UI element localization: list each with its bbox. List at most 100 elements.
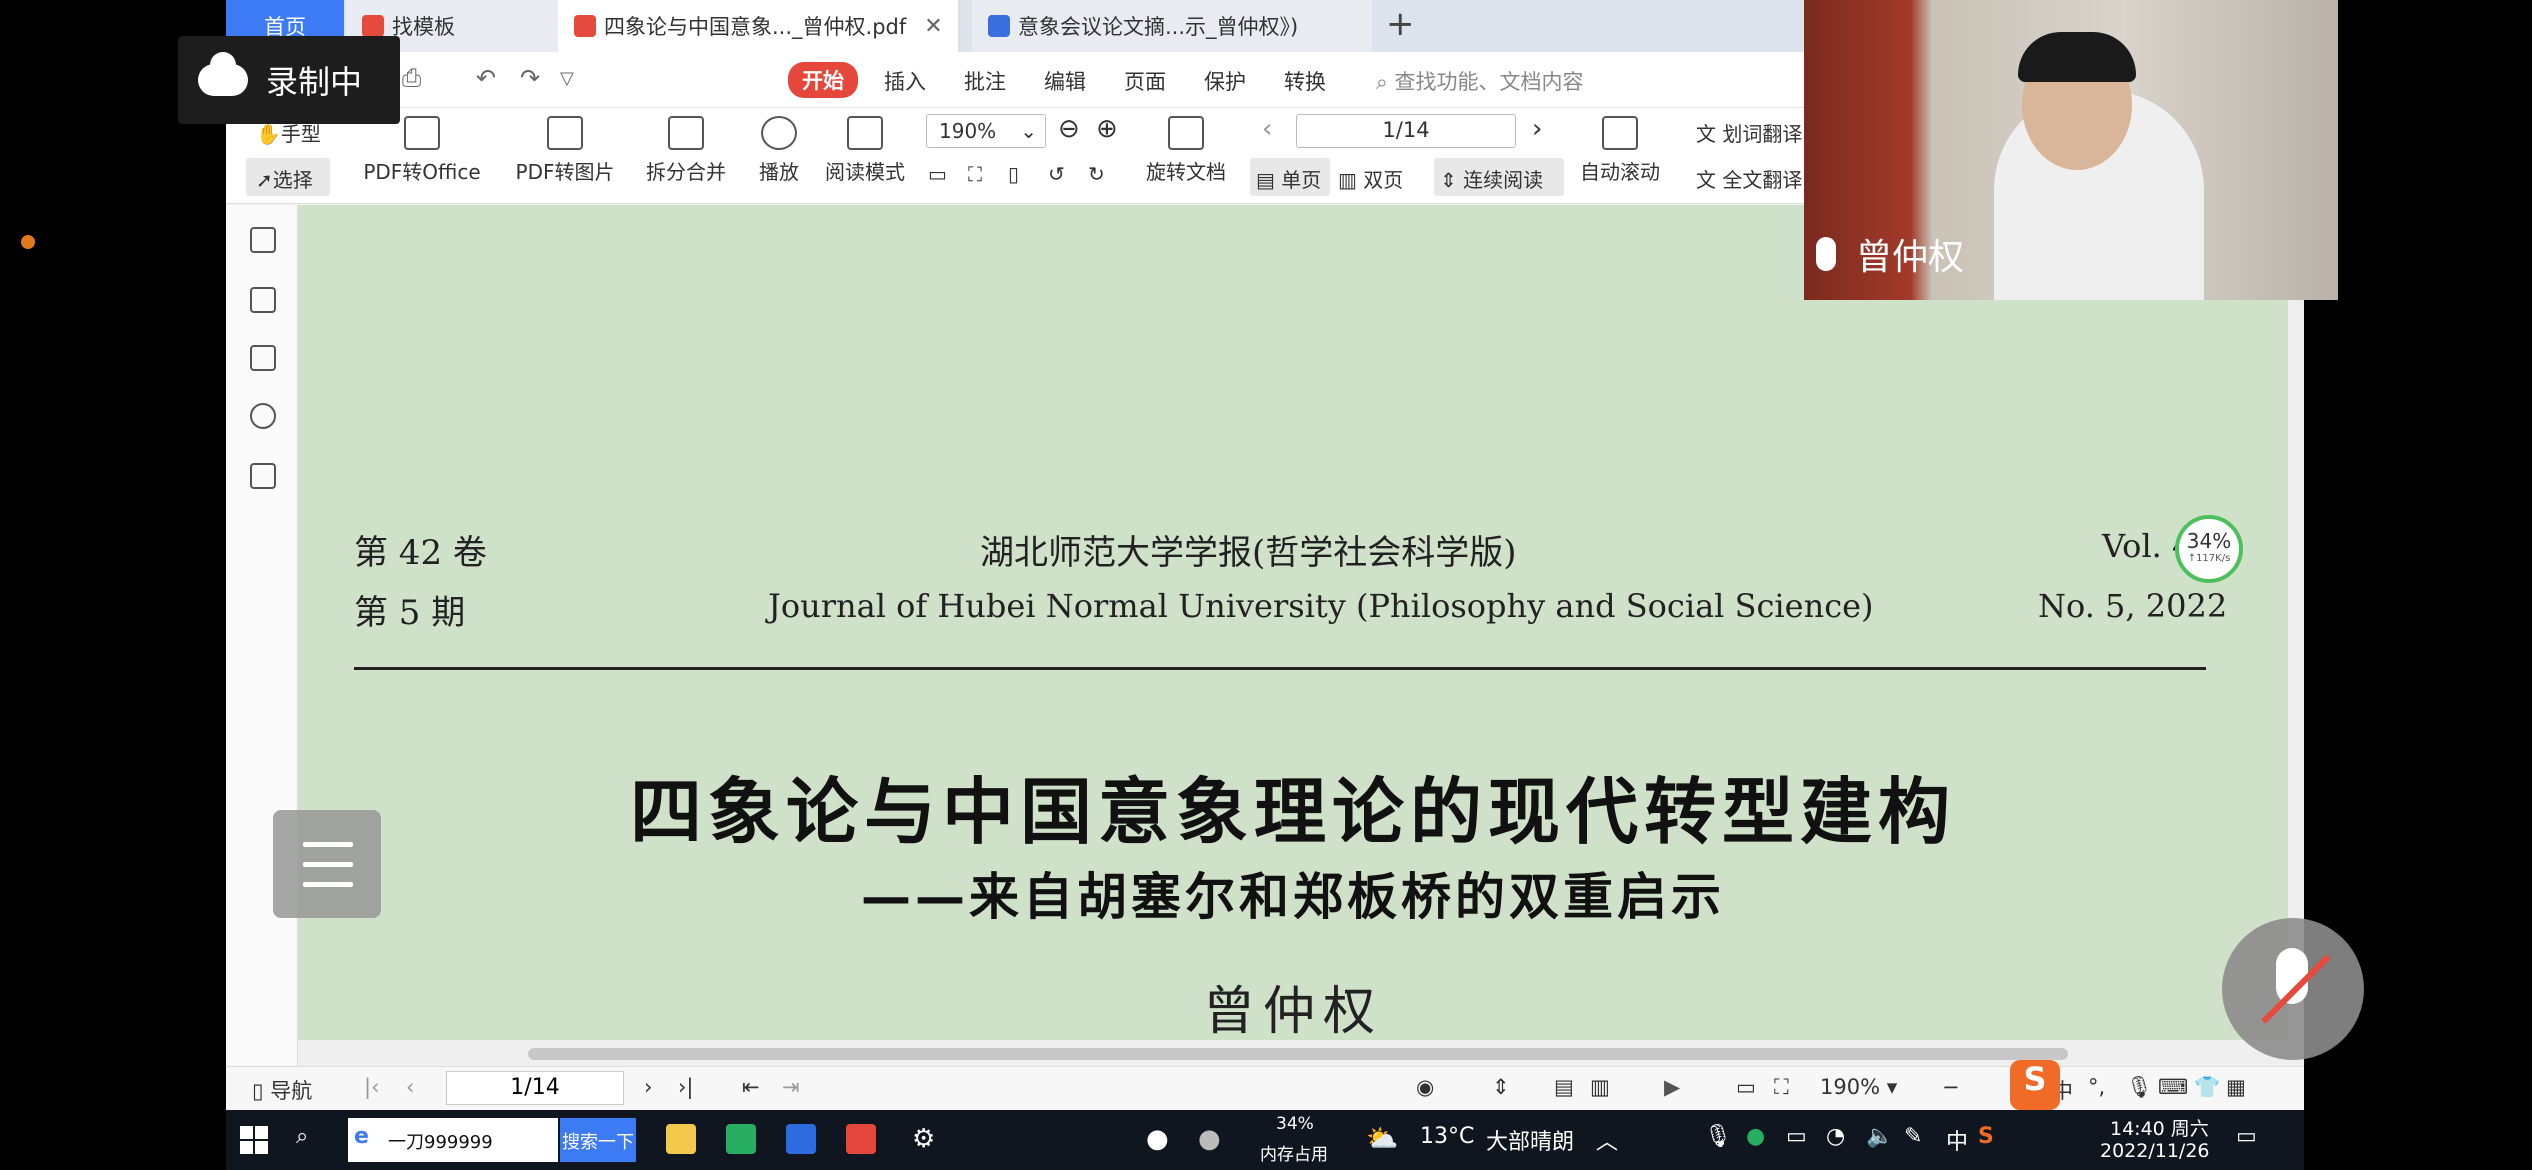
status-page-input[interactable]: 1/14 (446, 1071, 624, 1105)
photos-icon[interactable] (786, 1124, 816, 1154)
double-page-button[interactable]: ▥ 双页 (1338, 164, 1403, 193)
notification-icon[interactable]: ▭ (2236, 1124, 2257, 1149)
rotate-left-icon[interactable]: ↺ (1048, 162, 1065, 186)
continuous-read-button[interactable]: ⇕ 连续阅读 (1440, 164, 1543, 193)
tray-expand-icon[interactable]: ︿ (1596, 1124, 1618, 1156)
single-page-button[interactable]: ▤ 单页 (1256, 164, 1321, 193)
actual-size-status-icon[interactable]: ▭ (1736, 1075, 1756, 1099)
taskbar-ime[interactable]: 中 (1946, 1124, 1968, 1156)
prev-page-icon[interactable]: ‹ (1262, 114, 1272, 144)
double-page-mode-icon[interactable]: ▥ (1590, 1075, 1610, 1099)
eye-protection-icon[interactable]: ◉ (1416, 1075, 1434, 1099)
redo-icon[interactable]: ↷ (520, 64, 540, 92)
read-mode-button[interactable]: 阅读模式 (820, 116, 910, 185)
next-page-status-icon[interactable]: › (644, 1075, 652, 1099)
vertical-scrollbar[interactable] (2288, 205, 2304, 1040)
zoom-out-status-icon[interactable]: − (1942, 1075, 1960, 1099)
keyboard-icon[interactable]: ⌨ (2158, 1075, 2188, 1099)
menu-page[interactable]: 页面 (1124, 66, 1166, 96)
forward-view-icon[interactable]: ⇥ (782, 1075, 800, 1099)
continuous-mode-icon[interactable]: ⇕ (1492, 1075, 1510, 1099)
close-tab-icon[interactable]: ✕ (924, 14, 942, 39)
pdf-to-image-button[interactable]: PDF转图片 (510, 116, 620, 185)
single-page-mode-icon[interactable]: ▤ (1554, 1075, 1574, 1099)
voice-input-icon[interactable]: 🎙 (2126, 1075, 2153, 1100)
temperature[interactable]: 13°C (1420, 1124, 1474, 1149)
browser-search-button[interactable]: 搜索一下 (560, 1118, 636, 1162)
fit-width-icon[interactable]: ▯ (1008, 162, 1019, 186)
split-merge-button[interactable]: 拆分合并 (636, 116, 736, 185)
clock-date[interactable]: 2022/11/26 (2100, 1140, 2210, 1162)
page-number-input[interactable]: 1/14 (1296, 114, 1516, 148)
navigation-toggle[interactable]: ▯ 导航 (252, 1075, 312, 1105)
zoom-out-icon[interactable]: ⊖ (1058, 114, 1080, 144)
sogou-tray-icon[interactable]: S (1978, 1124, 1994, 1149)
windows-start-icon[interactable] (240, 1126, 268, 1154)
webcam-video-tile[interactable]: 曾仲权 (1804, 0, 2338, 300)
menu-start[interactable]: 开始 (788, 62, 858, 98)
horizontal-scroll-thumb[interactable] (528, 1048, 2068, 1060)
word-translate-button[interactable]: 文 划词翻译 (1696, 118, 1802, 147)
list-menu-button[interactable] (273, 810, 381, 918)
next-page-icon[interactable]: › (1532, 114, 1542, 144)
network-speed-badge[interactable]: 34% ↑117K/s (2175, 515, 2243, 583)
recording-indicator[interactable]: 录制中 (178, 36, 400, 124)
zoom-select[interactable]: 190% ⌄ (926, 114, 1046, 148)
feature-search[interactable]: ⌕ 查找功能、文档内容 (1376, 66, 1583, 96)
clock-time[interactable]: 14:40 周六 (2110, 1114, 2209, 1141)
volume-icon[interactable]: 🔈 (1866, 1124, 1893, 1149)
first-page-icon[interactable]: |‹ (364, 1075, 379, 1099)
play-button[interactable]: 播放 (752, 116, 806, 185)
grey-circle-icon[interactable]: ● (1198, 1124, 1221, 1154)
settings-gear-icon[interactable]: ⚙ (912, 1124, 935, 1154)
rotate-right-icon[interactable]: ↻ (1088, 162, 1105, 186)
auto-scroll-button[interactable]: 自动滚动 (1570, 116, 1670, 185)
white-circle-icon[interactable]: ● (1146, 1124, 1169, 1154)
mute-microphone-button[interactable] (2222, 918, 2364, 1060)
file-explorer-icon[interactable] (666, 1124, 696, 1154)
pdf-to-office-button[interactable]: PDF转Office (362, 116, 482, 185)
last-page-icon[interactable]: ›| (678, 1075, 693, 1099)
punctuation-icon[interactable]: °, (2088, 1075, 2105, 1099)
attachment-icon[interactable] (250, 403, 276, 429)
tab-word-document[interactable]: 意象会议论文摘...示_曾仲权》) (972, 0, 1372, 52)
menu-insert[interactable]: 插入 (884, 66, 926, 96)
zoom-in-icon[interactable]: ⊕ (1096, 114, 1118, 144)
pen-icon[interactable]: ✎ (1904, 1124, 1922, 1149)
battery-icon[interactable]: ▭ (1786, 1124, 1807, 1149)
wps-icon[interactable] (846, 1124, 876, 1154)
fit-page-icon[interactable]: ⛶ (968, 162, 982, 186)
tray-app-icon[interactable]: ● (1746, 1124, 1765, 1149)
signature-icon[interactable] (250, 463, 276, 489)
status-zoom[interactable]: 190% ▾ (1820, 1075, 1897, 1099)
thumbnail-icon[interactable] (250, 287, 276, 313)
horizontal-scrollbar[interactable] (298, 1040, 2304, 1066)
quick-access-menu-icon[interactable]: ▽ (560, 68, 574, 89)
prev-page-status-icon[interactable]: ‹ (406, 1075, 414, 1099)
actual-size-icon[interactable]: ▭ (928, 162, 947, 186)
bookmark-icon[interactable] (250, 227, 276, 253)
wifi-icon[interactable]: ◔ (1826, 1124, 1845, 1149)
undo-icon[interactable]: ↶ (476, 64, 496, 92)
skin-icon[interactable]: 👕 (2194, 1075, 2220, 1100)
new-tab-icon[interactable]: + (1386, 4, 1415, 44)
fit-page-status-icon[interactable]: ⛶ (1774, 1075, 1789, 1100)
weather-text[interactable]: 大部晴朗 (1486, 1124, 1574, 1156)
menu-convert[interactable]: 转换 (1284, 66, 1326, 96)
full-translate-button[interactable]: 文 全文翻译 (1696, 164, 1802, 193)
document-viewport[interactable]: 第 42 卷 第 5 期 湖北师范大学学报(哲学社会科学版) Journal o… (298, 205, 2304, 1040)
mic-tray-icon[interactable]: 🎙 (1704, 1124, 1732, 1149)
tab-pdf-document[interactable]: 四象论与中国意象..._曾仲权.pdf ✕ (558, 0, 958, 52)
sogou-ime-icon[interactable]: S (2010, 1060, 2060, 1110)
back-view-icon[interactable]: ⇤ (742, 1075, 760, 1099)
menu-annotate[interactable]: 批注 (964, 66, 1006, 96)
rotate-document-button[interactable]: 旋转文档 (1142, 116, 1230, 185)
print-icon[interactable]: ⎙ (402, 64, 421, 92)
search-taskbar-icon[interactable]: ⌕ (296, 1124, 308, 1149)
toolbox-icon[interactable]: ▦ (2226, 1075, 2246, 1099)
app-green-icon[interactable] (726, 1124, 756, 1154)
play-slideshow-icon[interactable]: ▶ (1664, 1075, 1680, 1099)
select-tool[interactable]: ➚选择 (256, 164, 313, 193)
comment-icon[interactable] (250, 345, 276, 371)
browser-search-input[interactable]: 一刀999999 (348, 1118, 558, 1162)
